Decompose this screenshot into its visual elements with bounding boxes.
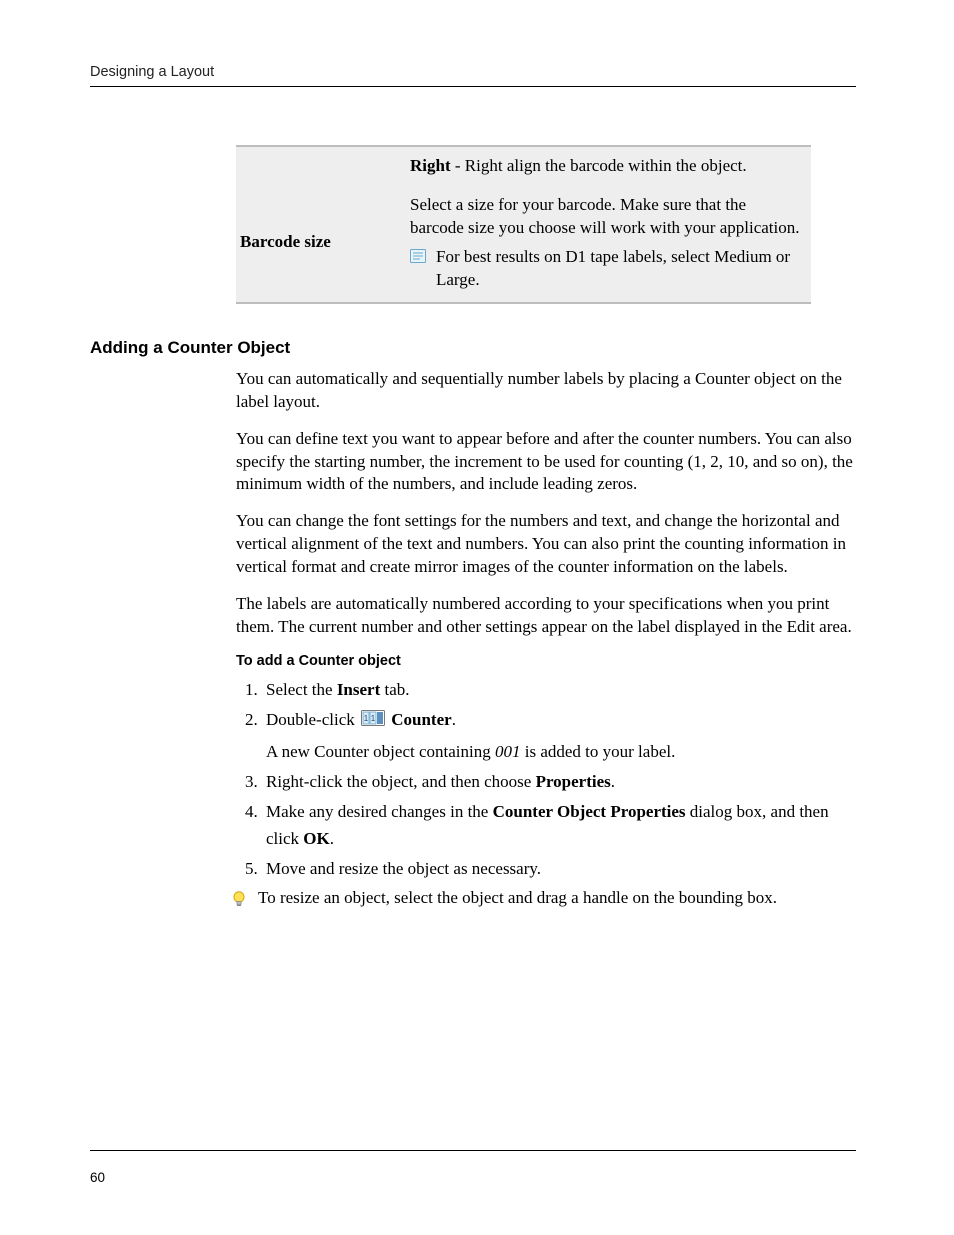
- page: Designing a Layout Right - Right align t…: [0, 0, 954, 1235]
- align-right-label: Right: [410, 156, 451, 175]
- counter-icon: 11: [361, 708, 385, 734]
- list-item: Double-click 11 Counter. A new Counter o…: [262, 707, 856, 765]
- table-row: Barcode size Select a size for your barc…: [236, 184, 811, 303]
- list-item: Move and resize the object as necessary.: [262, 856, 856, 882]
- tip-text: To resize an object, select the object a…: [258, 888, 777, 908]
- footer-rule: [90, 1150, 856, 1151]
- table-row: Right - Right align the barcode within t…: [236, 146, 811, 184]
- steps-list: Select the Insert tab. Double-click 11 C…: [236, 677, 856, 882]
- svg-text:1: 1: [364, 714, 369, 723]
- list-item: Right-click the object, and then choose …: [262, 769, 856, 795]
- list-item: Select the Insert tab.: [262, 677, 856, 703]
- running-head: Designing a Layout: [90, 64, 856, 80]
- note-icon: [410, 249, 426, 263]
- paragraph: You can automatically and sequentially n…: [236, 368, 856, 414]
- body-column: You can automatically and sequentially n…: [236, 368, 856, 909]
- barcode-size-label: Barcode size: [236, 184, 410, 303]
- paragraph: The labels are automatically numbered ac…: [236, 593, 856, 639]
- tip-row: To resize an object, select the object a…: [232, 888, 856, 908]
- page-number: 60: [90, 1170, 105, 1185]
- header-rule: [90, 86, 856, 87]
- lightbulb-icon: [232, 891, 246, 907]
- svg-text:1: 1: [371, 714, 376, 723]
- list-item: Make any desired changes in the Counter …: [262, 799, 856, 852]
- properties-table: Right - Right align the barcode within t…: [236, 145, 811, 304]
- paragraph: You can change the font settings for the…: [236, 510, 856, 579]
- section-heading: Adding a Counter Object: [90, 338, 856, 358]
- align-right-desc: - Right align the barcode within the obj…: [451, 156, 747, 175]
- barcode-size-desc: Select a size for your barcode. Make sur…: [410, 194, 801, 240]
- barcode-size-note: For best results on D1 tape labels, sele…: [436, 246, 801, 292]
- paragraph: You can define text you want to appear b…: [236, 428, 856, 497]
- procedure-title: To add a Counter object: [236, 653, 856, 669]
